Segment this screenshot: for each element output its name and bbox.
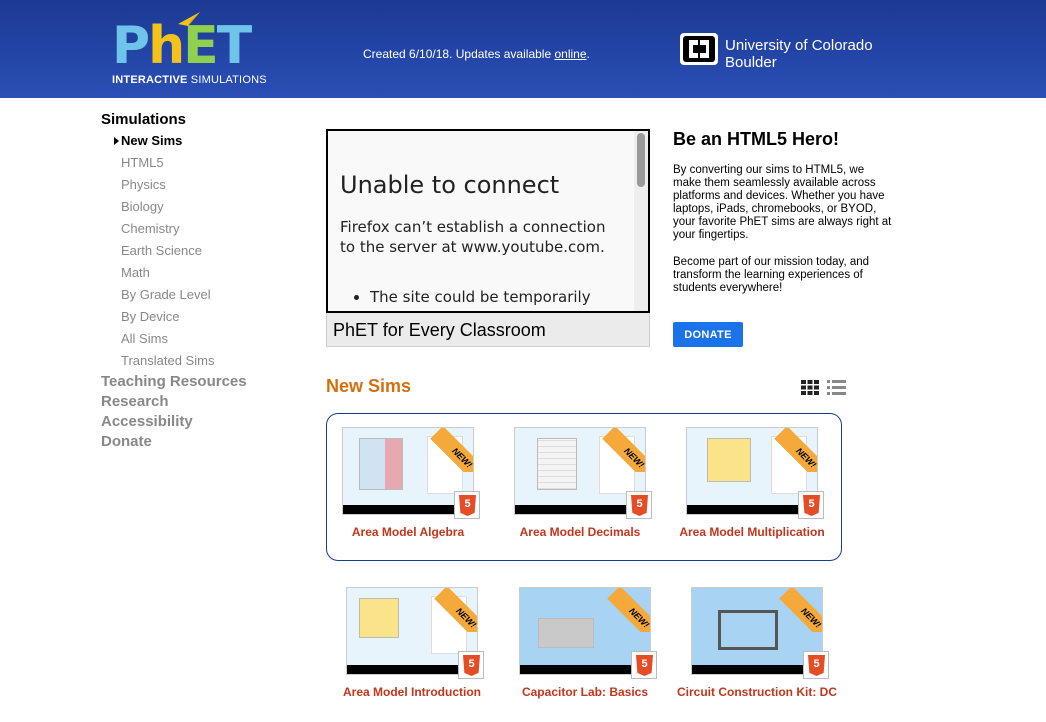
sidebar-item-by-device[interactable]: By Device: [113, 306, 291, 328]
university-name: University of Colorado Boulder: [725, 37, 873, 71]
new-badge: NEW!: [773, 428, 817, 472]
created-notice: Created 6/10/18. Updates available onlin…: [363, 47, 590, 61]
sidebar-item-all-sims[interactable]: All Sims: [113, 328, 291, 350]
cu-boulder-icon: [680, 33, 718, 65]
sidebar-item-biology[interactable]: Biology: [113, 196, 291, 218]
sidebar-item-donate[interactable]: Donate: [101, 432, 291, 452]
sim-name[interactable]: Capacitor Lab: Basics: [505, 684, 665, 700]
site-header: PhET INTERACTIVE SIMULATIONS Created 6/1…: [0, 0, 1046, 98]
error-reasons: The site could be temporarily: [356, 288, 591, 306]
sidebar-title-simulations[interactable]: Simulations: [101, 110, 291, 130]
grid-view-icon[interactable]: [801, 380, 819, 395]
sidebar-item-teaching-resources[interactable]: Teaching Resources: [101, 372, 291, 392]
hero-paragraph-2: Become part of our mission today, and tr…: [673, 256, 870, 294]
sidebar-item-new-sims[interactable]: New Sims: [113, 130, 291, 152]
sim-name[interactable]: Area Model Multiplication: [672, 524, 832, 540]
new-badge: NEW!: [606, 588, 650, 632]
sidebar-sim-list: New Sims HTML5 Physics Biology Chemistry…: [113, 130, 291, 372]
error-message: Firefox can’t establish a connection to …: [340, 218, 606, 256]
sidebar-item-research[interactable]: Research: [101, 392, 291, 412]
sim-name[interactable]: Circuit Construction Kit: DC: [677, 684, 837, 700]
sidebar-item-math[interactable]: Math: [113, 262, 291, 284]
sim-name[interactable]: Area Model Decimals: [500, 524, 660, 540]
online-link[interactable]: online: [554, 47, 586, 61]
video-scrollbar[interactable]: [634, 131, 648, 311]
sidebar-item-earth-science[interactable]: Earth Science: [113, 240, 291, 262]
html5-icon: 5: [626, 491, 652, 519]
sidebar-item-translated-sims[interactable]: Translated Sims: [113, 350, 291, 372]
html5-icon: 5: [798, 491, 824, 519]
html5-hero-panel: Be an HTML5 Hero! By converting our sims…: [673, 129, 893, 295]
list-view-icon[interactable]: [827, 380, 846, 395]
video-embed[interactable]: Unable to connect Firefox can’t establis…: [326, 129, 650, 313]
sidebar-item-by-grade-level[interactable]: By Grade Level: [113, 284, 291, 306]
error-title: Unable to connect: [340, 171, 560, 199]
hero-paragraph-1: By converting our sims to HTML5, we make…: [673, 164, 892, 241]
html5-icon: 5: [803, 651, 829, 679]
error-reason-item: The site could be temporarily: [370, 288, 591, 306]
sidebar-nav: Simulations New Sims HTML5 Physics Biolo…: [101, 110, 291, 452]
new-sims-heading: New Sims: [326, 376, 412, 396]
video-caption: PhET for Every Classroom: [326, 313, 650, 347]
donate-button[interactable]: DONATE: [673, 322, 743, 347]
html5-icon: 5: [631, 651, 657, 679]
sidebar-item-physics[interactable]: Physics: [113, 174, 291, 196]
scrollbar-thumb[interactable]: [637, 133, 645, 187]
phet-logo[interactable]: PhET INTERACTIVE SIMULATIONS: [112, 12, 272, 90]
new-badge: NEW!: [429, 428, 473, 472]
sim-name[interactable]: Area Model Introduction: [332, 684, 492, 700]
sidebar-item-chemistry[interactable]: Chemistry: [113, 218, 291, 240]
new-badge: NEW!: [433, 588, 477, 632]
new-badge: NEW!: [778, 588, 822, 632]
html5-icon: 5: [458, 651, 484, 679]
sim-name[interactable]: Area Model Algebra: [328, 524, 488, 540]
new-badge: NEW!: [601, 428, 645, 472]
html5-icon: 5: [454, 491, 480, 519]
sidebar-item-html5[interactable]: HTML5: [113, 152, 291, 174]
hero-title: Be an HTML5 Hero!: [673, 129, 840, 149]
sidebar-item-accessibility[interactable]: Accessibility: [101, 412, 291, 432]
paper-plane-icon: [178, 12, 200, 26]
logo-subtitle: INTERACTIVE SIMULATIONS: [112, 74, 267, 86]
